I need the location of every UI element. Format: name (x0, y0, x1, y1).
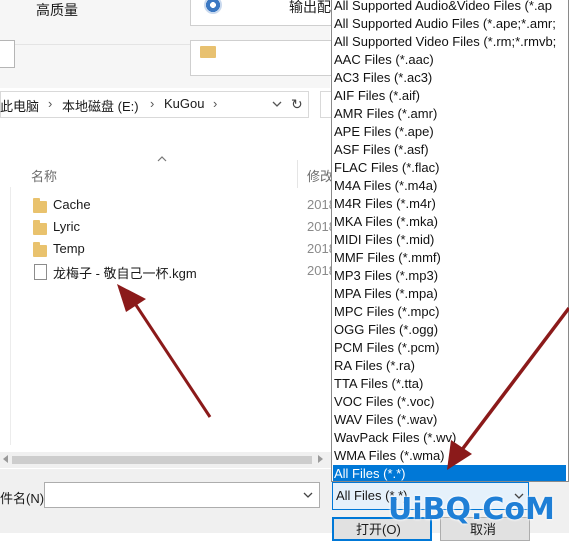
file-icon (34, 264, 47, 280)
dropdown-option[interactable]: All Supported Audio Files (*.ape;*.amr; (334, 15, 556, 33)
dropdown-option[interactable]: FLAC Files (*.flac) (334, 159, 439, 177)
dropdown-option[interactable]: MMF Files (*.mmf) (334, 249, 441, 267)
output-label: 输出配 (289, 0, 331, 15)
scroll-left-icon[interactable] (3, 455, 8, 463)
file-name-label: 件名(N): (0, 491, 48, 506)
dropdown-option[interactable]: M4R Files (*.m4r) (334, 195, 436, 213)
breadcrumb-local-disk[interactable]: 本地磁盘 (E:) (62, 96, 139, 115)
breadcrumb-this-pc[interactable]: 此电脑 (0, 96, 39, 115)
chevron-down-icon[interactable] (303, 491, 313, 499)
scroll-right-icon[interactable] (318, 455, 323, 463)
dropdown-option[interactable]: WavPack Files (*.wv) (334, 429, 456, 447)
column-header-name[interactable]: 名称 (31, 166, 57, 185)
breadcrumb-separator[interactable]: › (48, 96, 52, 111)
dropdown-option[interactable]: MPC Files (*.mpc) (334, 303, 439, 321)
quality-label: 高质量 (36, 2, 78, 18)
navigation-pane (0, 155, 11, 445)
column-header-modified[interactable]: 修改 (307, 166, 333, 185)
folder-icon (200, 46, 216, 58)
dropdown-option[interactable]: OGG Files (*.ogg) (334, 321, 438, 339)
column-header (10, 155, 332, 187)
folder-icon (33, 242, 47, 257)
folder-icon (33, 198, 47, 213)
refresh-icon[interactable]: ↻ (291, 96, 303, 113)
breadcrumb-separator[interactable]: › (150, 96, 154, 111)
breadcrumb-kugou[interactable]: KuGou (164, 96, 204, 111)
dropdown-option[interactable]: All Supported Video Files (*.rm;*.rmvb; (334, 33, 556, 51)
dropdown-option[interactable]: MIDI Files (*.mid) (334, 231, 434, 249)
dropdown-option[interactable]: RA Files (*.ra) (334, 357, 415, 375)
breadcrumb-separator[interactable]: › (213, 96, 217, 111)
list-item-name[interactable]: Lyric (53, 219, 80, 234)
list-item-name[interactable]: Cache (53, 197, 91, 212)
folder-icon (33, 220, 47, 235)
dropdown-option[interactable]: ASF Files (*.asf) (334, 141, 429, 159)
dropdown-option[interactable]: PCM Files (*.pcm) (334, 339, 439, 357)
chevron-down-icon[interactable] (271, 97, 283, 111)
dropdown-option[interactable]: APE Files (*.ape) (334, 123, 434, 141)
dropdown-option[interactable]: TTA Files (*.tta) (334, 375, 423, 393)
dropdown-option[interactable]: WMA Files (*.wma) (334, 447, 445, 465)
column-divider[interactable] (297, 160, 298, 188)
dropdown-option[interactable]: MPA Files (*.mpa) (334, 285, 438, 303)
dropdown-option[interactable]: VOC Files (*.voc) (334, 393, 434, 411)
file-name-input[interactable] (44, 482, 320, 508)
dropdown-option[interactable]: WAV Files (*.wav) (334, 411, 437, 429)
dropdown-option[interactable]: AIF Files (*.aif) (334, 87, 420, 105)
list-item-name[interactable]: 龙梅子 - 敬自己一杯.kgm (53, 263, 197, 282)
dropdown-option[interactable]: All Supported Audio&Video Files (*.ap (334, 0, 552, 15)
dropdown-option[interactable]: AC3 Files (*.ac3) (334, 69, 432, 87)
sort-ascending-icon (157, 156, 167, 162)
dropdown-option[interactable]: AMR Files (*.amr) (334, 105, 437, 123)
address-bar[interactable] (0, 91, 309, 118)
scrollbar-thumb[interactable] (12, 456, 312, 464)
dropdown-option[interactable]: All Files (*.*) (333, 465, 566, 481)
list-item-name[interactable]: Temp (53, 241, 85, 256)
watermark: UiBQ.CoM (388, 492, 555, 527)
dropdown-option[interactable]: MKA Files (*.mka) (334, 213, 438, 231)
file-type-dropdown-list[interactable]: All Supported Audio&Video Files (*.ap All… (331, 0, 569, 482)
dropdown-option[interactable]: AAC Files (*.aac) (334, 51, 434, 69)
dropdown-option[interactable]: M4A Files (*.m4a) (334, 177, 437, 195)
document-icon (0, 40, 15, 68)
annotation-arrow-left (117, 284, 212, 418)
dropdown-option[interactable]: MP3 Files (*.mp3) (334, 267, 438, 285)
